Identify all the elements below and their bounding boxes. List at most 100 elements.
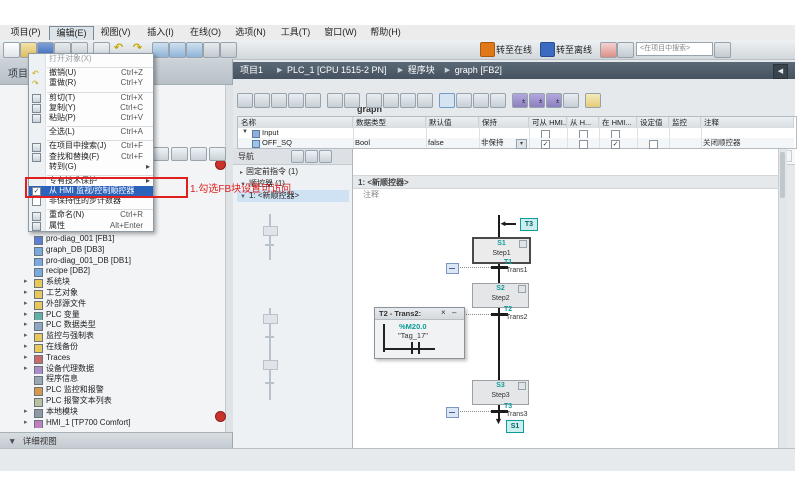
edit-menu-item[interactable]: 重命名(N)Ctrl+R: [29, 210, 153, 220]
menubar-item-4[interactable]: 插入(I): [139, 26, 182, 39]
tree-item[interactable]: 程序信息: [0, 374, 226, 385]
tree-collapse-icon[interactable]: ▸: [24, 310, 28, 321]
editor-tool-icon-5[interactable]: [305, 93, 321, 108]
tree-item[interactable]: ▸Traces: [0, 353, 226, 364]
details-view-bar[interactable]: ▼ 详细视图: [0, 432, 233, 449]
breadcrumb-segment[interactable]: graph [FB2]: [455, 62, 502, 79]
column-header[interactable]: 保持: [479, 117, 529, 128]
hmi-checkbox[interactable]: ✓: [541, 140, 550, 149]
project-search-input[interactable]: <在项目中搜索>: [636, 42, 713, 56]
menubar-item-8[interactable]: 窗口(W): [319, 26, 362, 39]
tree-item[interactable]: ▸工艺对象: [0, 288, 226, 299]
editor-tool-icon-13[interactable]: [456, 93, 472, 108]
edit-menu-item[interactable]: 打开对象(X): [29, 54, 153, 64]
menubar-item-7[interactable]: 工具(T): [274, 26, 317, 39]
go-online-icon[interactable]: [480, 42, 495, 57]
tree-item[interactable]: ▸PLC 数据类型: [0, 320, 226, 331]
start-cpu-icon[interactable]: [203, 42, 220, 58]
editor-tool-icon-18[interactable]: ±: [546, 93, 562, 108]
editor-tool-icon-6[interactable]: [327, 93, 343, 108]
menubar-item-1[interactable]: 项目(P): [4, 26, 47, 39]
popup-minimize-icon[interactable]: –: [452, 308, 456, 317]
editor-tool-icon-9[interactable]: [383, 93, 399, 108]
tree-collapse-icon[interactable]: ▸: [24, 407, 28, 418]
tree-scrollbar[interactable]: [225, 85, 233, 432]
step-action-icon[interactable]: [518, 382, 526, 390]
tree-settings-icon[interactable]: [209, 147, 226, 161]
tree-expand-all-icon[interactable]: [171, 147, 188, 161]
row-expand-icon[interactable]: ▼: [242, 129, 248, 135]
editor-tool-icon-12[interactable]: [439, 93, 455, 108]
tree-item[interactable]: ▸HMI_1 [TP700 Comfort]: [0, 418, 226, 429]
condition-icon[interactable]: [446, 263, 459, 274]
tree-collapse-icon[interactable]: ▸: [24, 320, 28, 331]
upload-icon[interactable]: [186, 42, 203, 58]
tree-collapse-icon[interactable]: ▸: [24, 418, 28, 429]
menubar-item-9[interactable]: 帮助(H): [364, 26, 407, 39]
edit-menu-item[interactable]: 查找和替换(F)Ctrl+F: [29, 152, 153, 162]
popup-tag-name[interactable]: "Tag_17": [398, 331, 428, 340]
stop-cpu-icon[interactable]: [220, 42, 237, 58]
editor-tool-icon-2[interactable]: [254, 93, 270, 108]
editor-tool-icon-4[interactable]: [288, 93, 304, 108]
setpoint-checkbox[interactable]: [649, 140, 658, 149]
editor-tool-icon-19[interactable]: [563, 93, 579, 108]
edit-menu-item[interactable]: ↶撤销(U)Ctrl+Z: [29, 68, 153, 78]
new-project-icon[interactable]: [3, 42, 20, 58]
tree-item[interactable]: ▸本地模块: [0, 407, 226, 418]
editor-tool-icon-1[interactable]: [237, 93, 253, 108]
column-header[interactable]: 默认值: [426, 117, 479, 128]
tree-collapse-icon[interactable]: ▸: [24, 299, 28, 310]
tree-filter-icon[interactable]: [152, 147, 169, 161]
popup-operand[interactable]: %M20.0: [399, 322, 427, 331]
tree-item[interactable]: ▸PLC 变量: [0, 310, 226, 321]
column-header[interactable]: 名称: [238, 117, 353, 128]
retain-dropdown-icon[interactable]: ▾: [516, 139, 527, 149]
edit-menu-item[interactable]: 粘贴(P)Ctrl+V: [29, 113, 153, 123]
edit-menu-item[interactable]: 在项目中搜索(J)Ctrl+F: [29, 141, 153, 151]
canvas-vscrollbar[interactable]: [778, 148, 787, 460]
menubar-item-3[interactable]: 视图(V): [94, 26, 137, 39]
tree-collapse-icon[interactable]: ▸: [24, 342, 28, 353]
go-offline-icon[interactable]: [540, 42, 555, 57]
breadcrumb-segment[interactable]: 项目1: [240, 62, 263, 79]
edit-menu-item[interactable]: 转到(G)▸: [29, 162, 153, 172]
search-icon[interactable]: [714, 42, 731, 58]
step-box-S2[interactable]: S2Step2: [472, 283, 529, 308]
editor-tool-icon-8[interactable]: [366, 93, 382, 108]
tree-item[interactable]: recipe [DB2]: [0, 266, 226, 277]
column-header[interactable]: 监控: [669, 117, 701, 128]
menubar-item-6[interactable]: 选项(N): [229, 26, 272, 39]
menu-checkbox-icon[interactable]: [32, 197, 41, 206]
breadcrumb-segment[interactable]: PLC_1 [CPU 1515-2 PN]: [287, 62, 387, 79]
go-online-button[interactable]: 转至在线: [496, 43, 532, 56]
hmi-checkbox[interactable]: [579, 140, 588, 149]
tree-collapse-all-icon[interactable]: [190, 147, 207, 161]
tree-collapse-icon[interactable]: ▸: [24, 277, 28, 288]
tree-item[interactable]: PLC 报警文本列表: [0, 396, 226, 407]
nav-arrow-icon[interactable]: ▸: [240, 170, 243, 176]
edit-menu-item[interactable]: 全选(L)Ctrl+A: [29, 127, 153, 137]
tree-collapse-icon[interactable]: ▸: [24, 331, 28, 342]
compile-icon[interactable]: [152, 42, 169, 58]
tree-item[interactable]: ▸系统块: [0, 277, 226, 288]
popup-close-icon[interactable]: ×: [441, 308, 446, 317]
tree-item[interactable]: ▸设备代理数据: [0, 364, 226, 375]
tree-item[interactable]: pro-diag_001 [FB1]: [0, 234, 226, 245]
tree-collapse-icon[interactable]: ▸: [24, 364, 28, 375]
condition-icon[interactable]: [446, 407, 459, 418]
column-header[interactable]: 可从 HMI...: [529, 117, 567, 128]
tree-collapse-icon[interactable]: ▸: [24, 288, 28, 299]
editor-tool-icon-3[interactable]: [271, 93, 287, 108]
editor-tool-icon-11[interactable]: [417, 93, 433, 108]
download-icon[interactable]: [169, 42, 186, 58]
edit-menu-item[interactable]: 剪切(T)Ctrl+X: [29, 93, 153, 103]
editor-tool-icon-10[interactable]: [400, 93, 416, 108]
step-box-S3[interactable]: S3Step3: [472, 380, 529, 405]
step-box-S1[interactable]: S1Step1: [472, 237, 531, 264]
editor-tool-icon-16[interactable]: ±: [512, 93, 528, 108]
tree-item[interactable]: ▸监控与强制表: [0, 331, 226, 342]
column-header[interactable]: 设定值: [637, 117, 669, 128]
tree-item[interactable]: PLC 监控和报警: [0, 385, 226, 396]
edit-menu-item[interactable]: ↷重做(R)Ctrl+Y: [29, 78, 153, 88]
